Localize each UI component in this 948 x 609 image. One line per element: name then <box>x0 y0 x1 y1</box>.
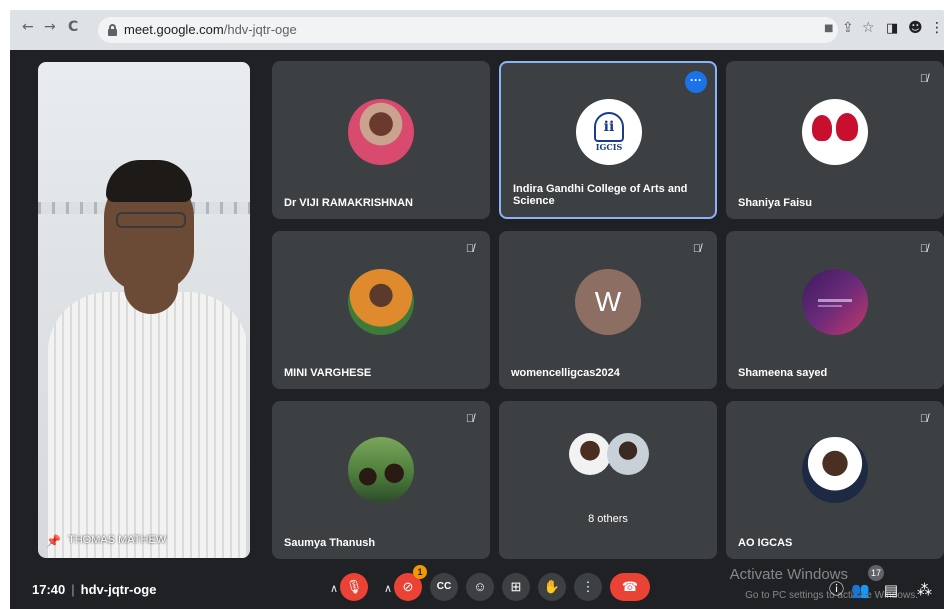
captions-button[interactable]: CC <box>430 573 458 601</box>
menu-icon[interactable]: ⋮ <box>930 20 944 36</box>
participant-tile[interactable]: Dr VIJI RAMAKRISHNAN <box>272 61 490 219</box>
participant-initial-avatar: W <box>575 269 641 335</box>
meet-stage: 📌 THOMAS MATHEW Dr VIJI RAMAKRISHNAN ···… <box>10 50 944 609</box>
raise-hand-button[interactable]: ✋ <box>538 573 566 601</box>
participant-avatar <box>348 437 414 503</box>
browser-toolbar: ← → C meet.google.com/hdv-jqtr-oge ■ ⇪ ☆… <box>10 10 944 50</box>
meeting-info: 17:40 | hdv-jqtr-oge <box>32 582 157 597</box>
participant-avatar <box>607 433 649 475</box>
leave-call-button[interactable]: ☎ <box>610 573 650 601</box>
mic-off-button[interactable]: 🎙 <box>340 573 368 601</box>
mic-off-icon: 🎙̸ <box>919 243 929 255</box>
participant-avatar <box>802 437 868 503</box>
share-icon[interactable]: ⇪ <box>842 20 854 36</box>
chat-icon[interactable]: ▤ <box>884 581 898 599</box>
participant-name: Dr VIJI RAMAKRISHNAN <box>284 197 413 209</box>
info-icon[interactable]: ⓘ <box>829 578 844 599</box>
participant-tile[interactable]: 🎙̸ W womencelligcas2024 <box>499 231 717 389</box>
participant-name: AO IGCAS <box>738 537 793 549</box>
present-button[interactable]: ⊞ <box>502 573 530 601</box>
camera-options-chevron-icon[interactable]: ∧ <box>384 582 392 595</box>
participant-avatar <box>348 99 414 165</box>
mic-off-icon: 🎙̸ <box>919 413 929 425</box>
mic-off-icon: 🎙̸ <box>465 243 475 255</box>
people-count-badge: 17 <box>868 565 884 581</box>
notification-badge: 1 <box>413 565 427 579</box>
activities-icon[interactable]: ⁂ <box>917 581 932 599</box>
participant-tile-active[interactable]: ··· ii IGCIS Indira Gandhi College of Ar… <box>499 61 717 219</box>
back-icon[interactable]: ← <box>22 19 34 35</box>
reload-icon[interactable]: C <box>68 19 78 35</box>
mic-off-icon: 🎙̸ <box>919 73 929 85</box>
people-icon[interactable]: 👥 <box>851 581 870 599</box>
college-logo: ii IGCIS <box>576 99 642 165</box>
lock-icon <box>108 24 117 36</box>
main-video-name: THOMAS MATHEW <box>68 534 167 546</box>
meeting-code: hdv-jqtr-oge <box>80 582 157 597</box>
participant-avatar <box>802 269 868 335</box>
emoji-button[interactable]: ☺ <box>466 573 494 601</box>
url-text: meet.google.com/hdv-jqtr-oge <box>124 22 297 37</box>
camera-icon[interactable]: ■ <box>824 23 833 34</box>
forward-icon[interactable]: → <box>44 19 56 35</box>
mic-options-chevron-icon[interactable]: ∧ <box>330 582 338 595</box>
participant-tile[interactable]: 🎙̸ MINI VARGHESE <box>272 231 490 389</box>
side-panel-icon[interactable]: ◨ <box>886 21 898 36</box>
bookmark-star-icon[interactable]: ☆ <box>862 20 875 36</box>
participant-tile[interactable]: 🎙̸ Shameena sayed <box>726 231 944 389</box>
participant-avatar <box>348 269 414 335</box>
others-tile[interactable]: 8 others <box>499 401 717 559</box>
participant-name: Indira Gandhi College of Arts and Scienc… <box>513 183 688 207</box>
participant-name: Saumya Thanush <box>284 537 376 549</box>
participant-avatar <box>569 433 611 475</box>
participant-name: Shaniya Faisu <box>738 197 812 209</box>
participant-tile[interactable]: 🎙̸ Shaniya Faisu <box>726 61 944 219</box>
main-video-tile[interactable]: 📌 THOMAS MATHEW <box>38 62 250 558</box>
participant-name: MINI VARGHESE <box>284 367 372 379</box>
profile-avatar[interactable]: ☻ <box>908 20 923 36</box>
address-bar[interactable]: meet.google.com/hdv-jqtr-oge <box>98 17 838 43</box>
mic-off-icon: 🎙̸ <box>465 413 475 425</box>
participant-tile[interactable]: 🎙̸ AO IGCAS <box>726 401 944 559</box>
more-options-icon[interactable]: ··· <box>685 71 707 93</box>
video-person-shirt <box>48 292 248 558</box>
pin-icon[interactable]: 📌 <box>46 534 61 548</box>
participant-name: Shameena sayed <box>738 367 828 379</box>
participant-avatar <box>802 99 868 165</box>
mic-off-icon: 🎙̸ <box>692 243 702 255</box>
participant-tile[interactable]: 🎙̸ Saumya Thanush <box>272 401 490 559</box>
participant-name: womencelligcas2024 <box>511 367 620 379</box>
clock: 17:40 <box>32 582 66 597</box>
others-count: 8 others <box>588 513 628 525</box>
more-options-button[interactable]: ⋮ <box>574 573 602 601</box>
